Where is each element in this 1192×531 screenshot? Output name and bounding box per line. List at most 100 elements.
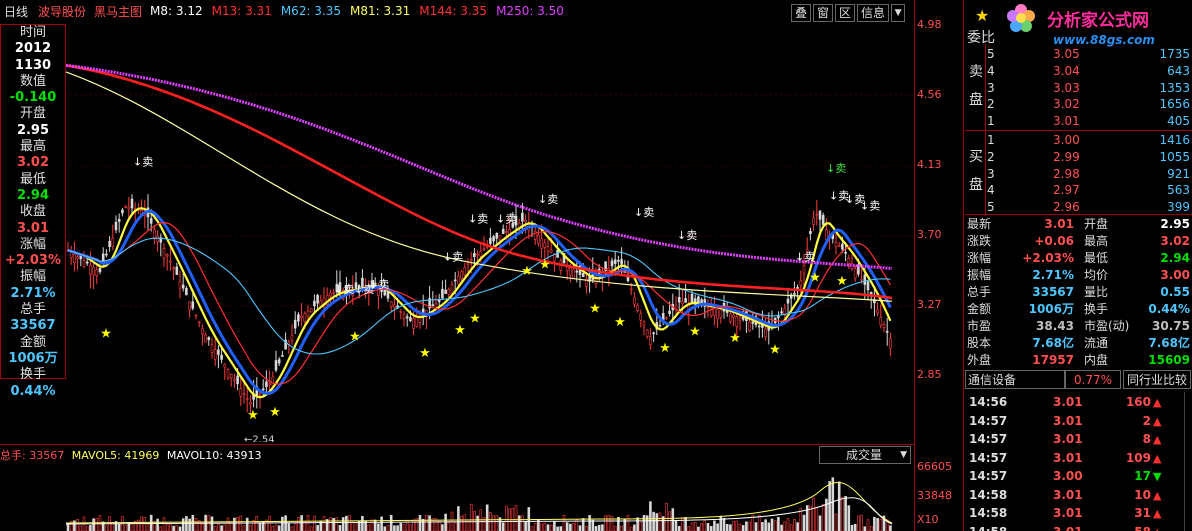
volume-bar xyxy=(693,522,697,531)
tick-row[interactable]: 14:57 3.00 17 ▼ xyxy=(965,468,1192,485)
industry-compare-tab[interactable]: 同行业比较 xyxy=(1123,370,1191,389)
window-button[interactable]: 窗 xyxy=(813,4,834,22)
candle-body xyxy=(258,392,262,395)
volume-bar xyxy=(847,505,851,531)
bid-row[interactable]: 2 2.99 1055 xyxy=(965,149,1192,166)
volume-bar xyxy=(697,526,700,531)
volume-bar xyxy=(425,514,428,531)
tick-row[interactable]: 14:56 3.01 160 ▲ xyxy=(965,394,1192,411)
candle-body xyxy=(633,296,636,305)
volume-bar xyxy=(649,501,652,531)
bid-row[interactable]: 4 2.97 563 xyxy=(965,182,1192,199)
volume-bar xyxy=(860,514,863,531)
period-label[interactable]: 日线 xyxy=(4,3,28,20)
volume-bar xyxy=(156,518,159,531)
info-value: 2.94 xyxy=(16,187,50,203)
star-icon[interactable]: ★ xyxy=(975,6,989,25)
ask-row[interactable]: 5 3.05 1735 xyxy=(965,46,1192,63)
tick-row[interactable]: 14:58 3.01 10 ▲ xyxy=(965,487,1192,504)
candle-body xyxy=(105,253,108,256)
stat-label: 外盘 xyxy=(967,353,992,367)
candle-body xyxy=(757,325,761,328)
stat-value: 3.00 xyxy=(1160,268,1190,282)
volume-bar xyxy=(844,496,847,531)
volume-bar xyxy=(389,515,393,531)
stat-label: 涨幅 xyxy=(967,251,992,265)
order-level: 4 xyxy=(987,183,995,198)
kline-chart[interactable]: ★★ ★★★★★★ ★★★★★ ★★★ ★↓卖↓卖 ↓卖↓卖↓卖↓卖 ↓卖↓卖↓卖↓卖↓卖↓… xyxy=(0,22,914,442)
formula-name[interactable]: 黑马主图 xyxy=(94,3,142,20)
volume-bar xyxy=(117,523,121,531)
tick-row[interactable]: 14:58 3.01 58▲ xyxy=(965,524,1192,531)
order-price: 2.99 xyxy=(1053,149,1080,164)
candle-body xyxy=(226,368,230,378)
tick-row[interactable]: 14:57 3.01 109 ▲ xyxy=(965,450,1192,467)
candle-body xyxy=(681,301,684,305)
tick-scrollbar[interactable] xyxy=(1184,392,1192,531)
info-button[interactable]: 信息 xyxy=(857,4,890,22)
volume-bar xyxy=(268,515,271,531)
volume-bar xyxy=(297,516,300,531)
tick-row[interactable]: 14:58 3.01 31 ▲ xyxy=(965,505,1192,522)
overlay-button[interactable]: 叠 xyxy=(791,4,812,22)
volume-bar xyxy=(169,523,172,531)
info-value: +2.03% xyxy=(5,253,61,269)
candle-body xyxy=(521,212,524,222)
tick-volume: 160 xyxy=(1125,395,1151,409)
tick-direction-icon: ▲ xyxy=(1153,451,1162,465)
candle-body xyxy=(837,245,841,248)
tick-time: 14:57 xyxy=(969,432,1008,446)
buy-star-icon: ★ xyxy=(589,302,601,317)
tick-price: 3.01 xyxy=(1053,524,1083,531)
candle-body xyxy=(777,316,780,319)
ma-line-m62 xyxy=(67,237,891,355)
ma-legend-item: M250: 3.50 xyxy=(496,4,564,18)
ask-row[interactable]: 1 3.01 405 xyxy=(965,113,1192,130)
tick-row[interactable]: 14:57 3.01 8 ▲ xyxy=(965,431,1192,448)
volume-bar xyxy=(601,524,604,531)
volume-bar xyxy=(767,522,771,531)
candle-body xyxy=(111,237,115,247)
volume-bar xyxy=(223,524,227,531)
industry-tabs: 通信设备 0.77% 同行业比较 xyxy=(965,370,1192,389)
bid-row[interactable]: 1 3.00 1416 xyxy=(965,132,1192,149)
volume-bar xyxy=(453,522,457,531)
candle-body xyxy=(303,313,307,323)
volume-chart[interactable] xyxy=(0,463,914,531)
candle-body xyxy=(191,301,195,309)
buy-star-icon: ★ xyxy=(539,257,551,272)
indicator-select[interactable]: 成交量 ▼ xyxy=(819,446,911,464)
volume-bar xyxy=(201,523,204,531)
ask-row[interactable]: 2 3.02 1656 xyxy=(965,96,1192,113)
ask-row[interactable]: 3 3.03 1353 xyxy=(965,80,1192,97)
chevron-down-icon[interactable]: ▼ xyxy=(891,4,906,22)
stat-label: 流通 xyxy=(1084,336,1109,350)
tick-row[interactable]: 14:57 3.01 2 ▲ xyxy=(965,413,1192,430)
bid-row[interactable]: 3 2.98 921 xyxy=(965,166,1192,183)
candle-body xyxy=(543,242,547,248)
ma-line-m144 xyxy=(65,64,893,300)
volume-bar xyxy=(757,514,761,531)
volume-bar xyxy=(329,517,332,531)
volume-bar xyxy=(738,523,742,531)
candle-body xyxy=(751,321,755,324)
candle-body xyxy=(85,261,89,264)
industry-tab[interactable]: 通信设备 xyxy=(965,370,1065,389)
volume-bar xyxy=(639,521,643,531)
candle-body xyxy=(453,279,457,282)
volume-bar xyxy=(361,515,364,531)
volume-bar xyxy=(594,526,598,531)
tick-direction-icon: ▼ xyxy=(1153,470,1162,483)
candle-body xyxy=(847,258,851,264)
candle-body xyxy=(412,318,415,329)
candle-body xyxy=(821,214,825,225)
volume-bar xyxy=(690,522,694,531)
stat-value: 38.43 xyxy=(1036,319,1074,333)
tick-volume: 58 xyxy=(1103,524,1151,531)
candle-body xyxy=(162,248,166,259)
ask-row[interactable]: 4 3.04 643 xyxy=(965,63,1192,80)
range-button[interactable]: 区 xyxy=(835,4,856,22)
volume-bar xyxy=(700,522,703,531)
volume-bar xyxy=(233,517,236,531)
volume-bar xyxy=(258,522,262,531)
